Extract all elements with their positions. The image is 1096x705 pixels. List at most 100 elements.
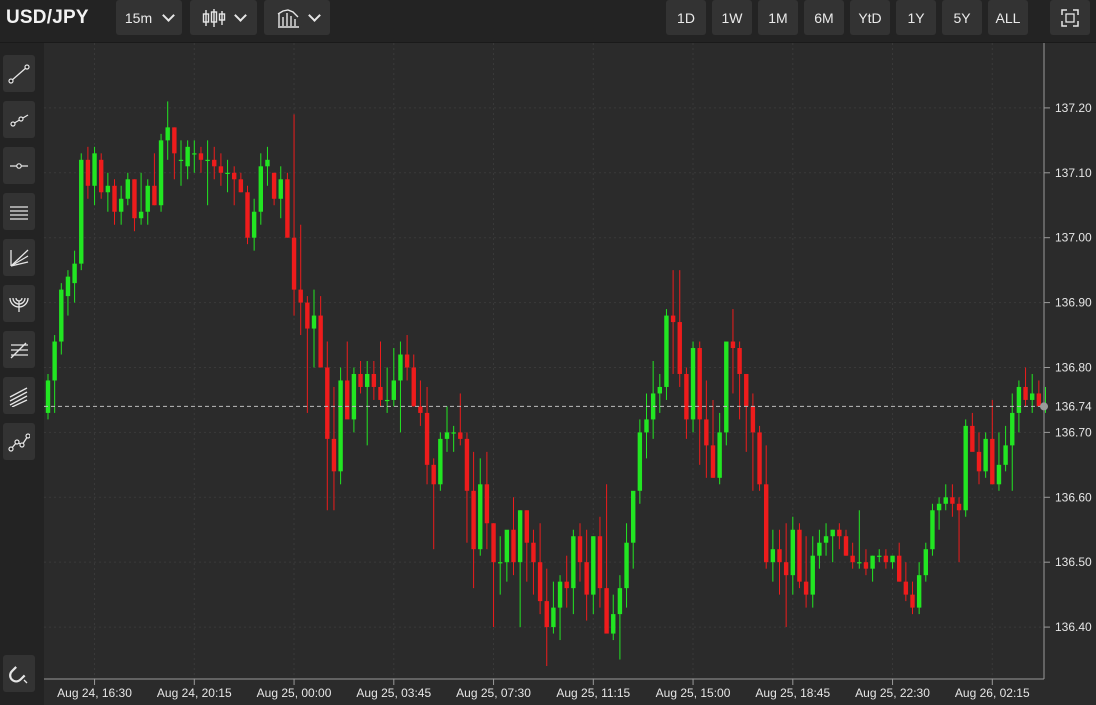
candle <box>850 542 855 569</box>
range-1d-button[interactable]: 1D <box>666 0 706 35</box>
candle <box>305 296 310 413</box>
candle <box>471 451 476 589</box>
pitchfork-tool[interactable] <box>3 239 35 276</box>
candle <box>956 497 962 563</box>
pitchfork-icon <box>10 249 29 267</box>
ray-tool[interactable] <box>3 101 35 138</box>
price-tick-label: 137.00 <box>1055 231 1092 245</box>
candle-body <box>225 172 230 174</box>
magnet-tool[interactable] <box>3 655 35 692</box>
candle-body <box>803 581 809 595</box>
range-1m-button[interactable]: 1M <box>758 0 798 35</box>
polyline-tool[interactable] <box>3 423 35 460</box>
candle <box>544 568 549 667</box>
candle-body <box>970 425 975 452</box>
chart-type-dropdown[interactable] <box>190 0 257 35</box>
candle-body <box>398 354 403 381</box>
candle-body <box>1023 386 1028 400</box>
candle <box>591 536 596 615</box>
chevron-down-icon <box>307 9 321 22</box>
candle <box>1030 373 1035 413</box>
price-tick-label: 137.20 <box>1055 101 1092 115</box>
candle-body <box>365 373 370 387</box>
candle-body <box>710 445 716 478</box>
indicators-icon <box>277 8 299 28</box>
candle <box>132 179 137 232</box>
candle-body <box>757 432 762 485</box>
candle-body <box>777 549 782 563</box>
candle <box>730 309 736 394</box>
candle-body <box>112 185 117 212</box>
candle <box>810 536 815 608</box>
candle-body <box>79 159 84 264</box>
fullscreen-icon <box>1061 8 1079 27</box>
range-5y-button[interactable]: 5Y <box>942 0 982 35</box>
candle <box>923 542 928 582</box>
candle-body <box>212 159 217 167</box>
candle-body <box>704 419 709 446</box>
candle <box>936 497 942 530</box>
candle <box>803 536 809 608</box>
candle-body <box>517 510 523 563</box>
candle <box>371 361 377 400</box>
candle-body <box>331 438 337 472</box>
candle <box>99 153 104 199</box>
range-1w-button[interactable]: 1W <box>712 0 752 35</box>
candle-body <box>657 386 662 394</box>
price-chart[interactable]: 136.40 136.50 136.60 136.70 136.80 136.90 137.… <box>44 43 1096 705</box>
candle <box>1010 393 1015 491</box>
candle <box>990 399 995 485</box>
candle <box>52 335 57 413</box>
fullscreen-button[interactable] <box>1050 0 1090 35</box>
candle <box>265 146 270 186</box>
candle <box>903 562 909 602</box>
fibonacci-channel-tool[interactable] <box>3 377 35 414</box>
candle-body <box>976 451 982 472</box>
range-ytd-button[interactable]: YtD <box>850 0 890 35</box>
time-tick-label: Aug 24, 20:15 <box>157 686 232 700</box>
candle-body <box>444 432 450 439</box>
candle <box>657 373 662 413</box>
fibonacci-retracement-tool[interactable] <box>3 331 35 368</box>
candle-body <box>158 140 164 206</box>
candle-body <box>764 484 769 563</box>
range-6m-button[interactable]: 6M <box>804 0 844 35</box>
candle-body <box>611 614 616 634</box>
candle-body <box>431 464 436 485</box>
candle <box>118 185 124 225</box>
candle <box>950 484 955 517</box>
candle <box>943 484 948 511</box>
candle-body <box>963 425 968 511</box>
range-1y-button[interactable]: 1Y <box>896 0 936 35</box>
candle-body <box>285 179 290 238</box>
time-axis: Aug 24, 16:30 Aug 24, 20:15 Aug 25, 00:00 A… <box>57 679 1030 700</box>
candle-body <box>371 373 377 387</box>
indicators-dropdown[interactable] <box>264 0 330 35</box>
fibonacci-arc-tool[interactable] <box>3 285 35 322</box>
candle <box>218 153 224 186</box>
candle-body <box>604 588 609 634</box>
price-tick-label: 137.10 <box>1055 166 1092 180</box>
candle-body <box>843 536 849 556</box>
interval-dropdown[interactable]: 15m <box>116 0 182 35</box>
range-all-button[interactable]: ALL <box>988 0 1028 35</box>
current-price-dot <box>1040 402 1048 411</box>
candle <box>464 432 470 543</box>
candle-body <box>318 315 323 368</box>
candle-body <box>571 536 576 589</box>
parallel-channel-icon <box>10 205 28 220</box>
candle-body <box>637 432 643 491</box>
candle-body <box>750 406 756 433</box>
candle <box>744 373 749 452</box>
candle <box>1023 367 1028 407</box>
candle-body <box>956 503 962 511</box>
parallel-channel-tool[interactable] <box>3 193 35 230</box>
horizontal-line-tool[interactable] <box>3 147 35 184</box>
time-tick-label: Aug 25, 00:00 <box>257 686 332 700</box>
candle <box>790 516 795 595</box>
candle <box>511 497 516 576</box>
candle-body <box>936 503 942 511</box>
candle <box>837 523 842 550</box>
candle <box>331 386 337 511</box>
trend-line-tool[interactable] <box>3 55 35 92</box>
